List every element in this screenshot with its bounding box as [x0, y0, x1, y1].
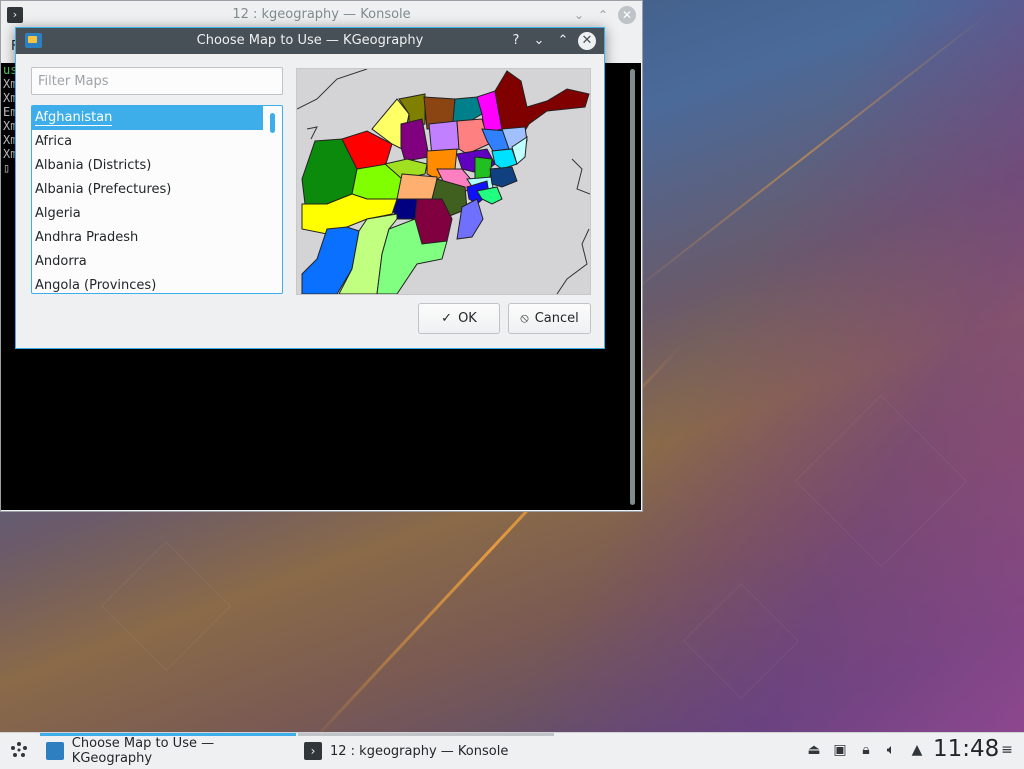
inactive-task-indicator	[298, 733, 554, 736]
panel-menu-icon[interactable]: ≡	[998, 741, 1016, 759]
help-icon[interactable]: ?	[507, 32, 525, 50]
ok-button-label: OK	[458, 311, 477, 326]
map-list-item[interactable]: Albania (Prefectures)	[32, 178, 263, 202]
map-list-item-label: Afghanistan	[35, 110, 113, 126]
choose-map-dialog[interactable]: Choose Map to Use — KGeography ? ⌄ ⌃ ✕ A…	[15, 27, 605, 349]
wallpaper-streak	[620, 10, 992, 302]
taskbar: Choose Map to Use — KGeography › 12 : kg…	[0, 732, 1024, 769]
minimize-icon[interactable]: ⌄	[571, 7, 587, 23]
display-icon[interactable]: ▣	[831, 741, 849, 759]
map-list-item[interactable]: Afghanistan	[32, 106, 263, 130]
cancel-icon: ⦸	[520, 311, 529, 326]
cancel-button[interactable]: ⦸ Cancel	[508, 303, 591, 334]
task-kgeography[interactable]: Choose Map to Use — KGeography	[40, 733, 296, 769]
task-konsole[interactable]: › 12 : kgeography — Konsole	[298, 733, 554, 769]
wallpaper-facet	[100, 540, 232, 672]
filter-maps-field[interactable]	[31, 67, 284, 95]
close-icon[interactable]: ✕	[578, 32, 596, 50]
minimize-icon[interactable]: ⌄	[530, 32, 548, 50]
updates-icon[interactable]: ⏏	[805, 741, 823, 759]
kgeography-task-icon	[46, 742, 64, 760]
maximize-icon[interactable]: ⌃	[595, 7, 611, 23]
filter-maps-input[interactable]	[32, 68, 284, 94]
maximize-icon[interactable]: ⌃	[554, 32, 572, 50]
map-list-item[interactable]: Albania (Districts)	[32, 154, 263, 178]
konsole-titlebar[interactable]: › 12 : kgeography — Konsole ⌄ ⌃ ✕	[1, 1, 642, 29]
terminal-task-icon: ›	[304, 742, 322, 760]
dialog-titlebar[interactable]: Choose Map to Use — KGeography ? ⌄ ⌃ ✕	[16, 28, 604, 54]
clock[interactable]: 11:48	[933, 736, 999, 762]
konsole-title: 12 : kgeography — Konsole	[232, 7, 411, 22]
wallpaper-facet	[794, 394, 968, 568]
map-list[interactable]: Afghanistan Africa Albania (Districts) A…	[31, 105, 283, 294]
wallpaper-facet	[683, 583, 799, 699]
ok-button[interactable]: ✓ OK	[418, 303, 500, 334]
close-icon[interactable]: ✕	[618, 6, 636, 24]
map-list-item[interactable]: Algeria	[32, 202, 263, 226]
checkmark-icon: ✓	[441, 311, 453, 326]
expand-tray-icon[interactable]: ▲	[908, 741, 926, 759]
application-launcher-icon[interactable]	[8, 739, 30, 761]
map-list-scrollbar[interactable]	[270, 113, 275, 133]
active-task-indicator	[40, 733, 296, 736]
lock-icon[interactable]: 🔒︎	[857, 741, 875, 759]
map-list-item[interactable]: Andhra Pradesh	[32, 226, 263, 250]
terminal-scrollbar[interactable]	[630, 69, 635, 505]
afghanistan-map-image	[297, 69, 590, 294]
task-label: Choose Map to Use — KGeography	[71, 736, 215, 766]
cancel-button-label: Cancel	[534, 311, 579, 326]
map-preview	[296, 68, 591, 295]
map-list-item[interactable]: Angola (Provinces)	[32, 274, 263, 293]
task-label: 12 : kgeography — Konsole	[330, 743, 509, 759]
volume-icon[interactable]: 🔈︎	[882, 741, 900, 759]
map-list-item[interactable]: Andorra	[32, 250, 263, 274]
map-list-item[interactable]: Africa	[32, 130, 263, 154]
